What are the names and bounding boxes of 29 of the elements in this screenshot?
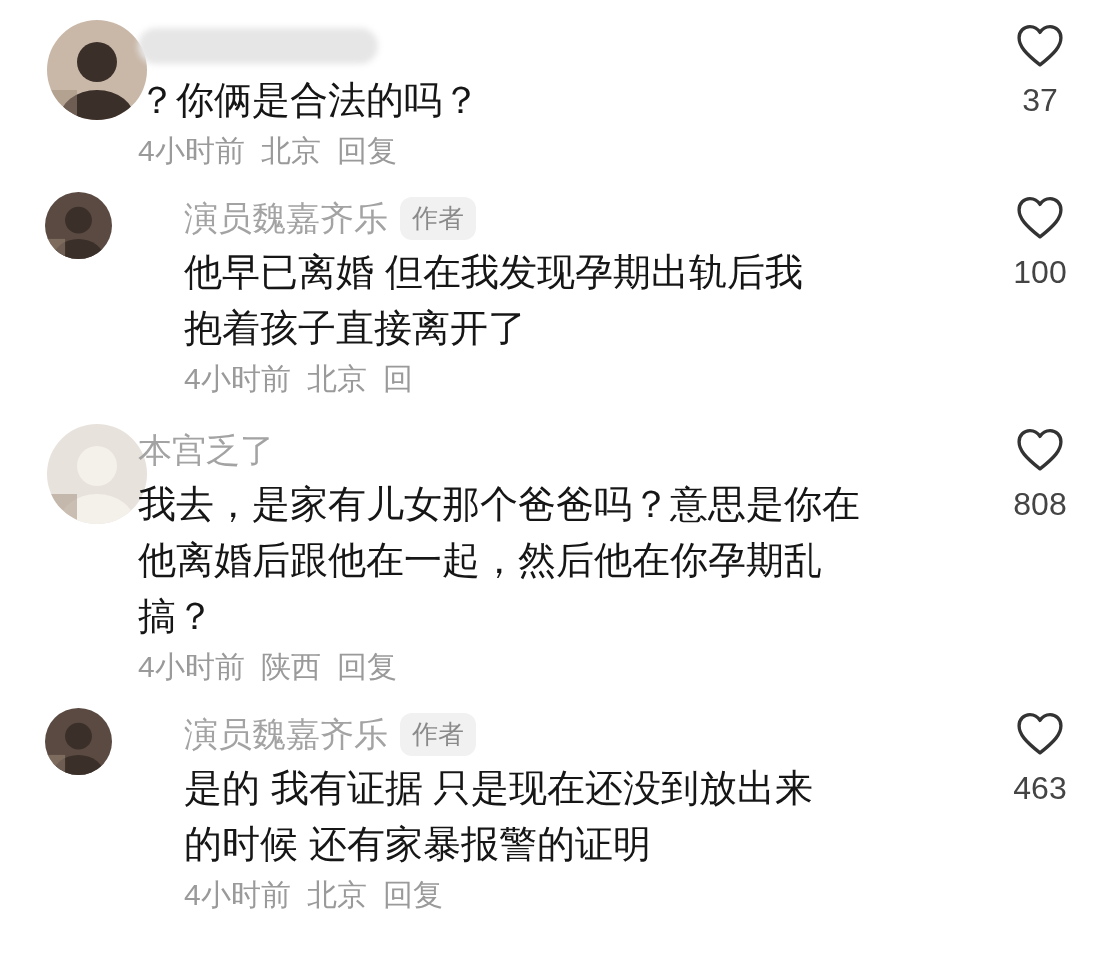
username[interactable]: 演员魏嘉齐乐 xyxy=(184,708,388,760)
reply-link[interactable]: 回复 xyxy=(382,871,443,917)
location-text: 北京 xyxy=(306,360,367,397)
username[interactable]: 本宫乏了 xyxy=(138,424,274,476)
comment-text: 他早已离婚 但在我发现孕期出轨后我抱着孩子直接离开了 xyxy=(184,250,804,351)
comment-text: 我去，是家有儿女那个爸爸吗？意思是你在他离婚后跟他在一起，然后他在你孕期乱搞？ xyxy=(138,482,861,639)
heart-icon[interactable] xyxy=(1014,426,1066,472)
author-badge: 作者 xyxy=(400,712,476,756)
time-text: 4小时前 xyxy=(138,648,245,685)
username[interactable]: 演员魏嘉齐乐 xyxy=(184,192,388,244)
time-text: 4小时前 xyxy=(184,360,291,397)
like-count: 100 xyxy=(1013,253,1067,292)
location-text: 陕西 xyxy=(260,648,321,685)
reply-link[interactable]: 回 xyxy=(382,355,413,401)
comment-text: ？你俩是合法的吗？ xyxy=(138,78,481,123)
time-text: 4小时前 xyxy=(184,876,291,913)
time-text: 4小时前 xyxy=(138,132,245,169)
like-count: 463 xyxy=(1013,769,1067,808)
comment-text: 是的 我有证据 只是现在还没到放出来的时候 还有家暴报警的证明 xyxy=(184,766,815,867)
like-count: 808 xyxy=(1013,485,1067,524)
heart-icon[interactable] xyxy=(1014,22,1066,68)
reply-link[interactable]: 回复 xyxy=(336,643,397,689)
heart-icon[interactable] xyxy=(1014,194,1066,240)
reply-link[interactable]: 回复 xyxy=(336,127,397,173)
author-badge: 作者 xyxy=(400,196,476,240)
heart-icon[interactable] xyxy=(1014,710,1066,756)
location-text: 北京 xyxy=(306,876,367,913)
like-count: 37 xyxy=(1022,81,1058,120)
location-text: 北京 xyxy=(260,132,321,169)
